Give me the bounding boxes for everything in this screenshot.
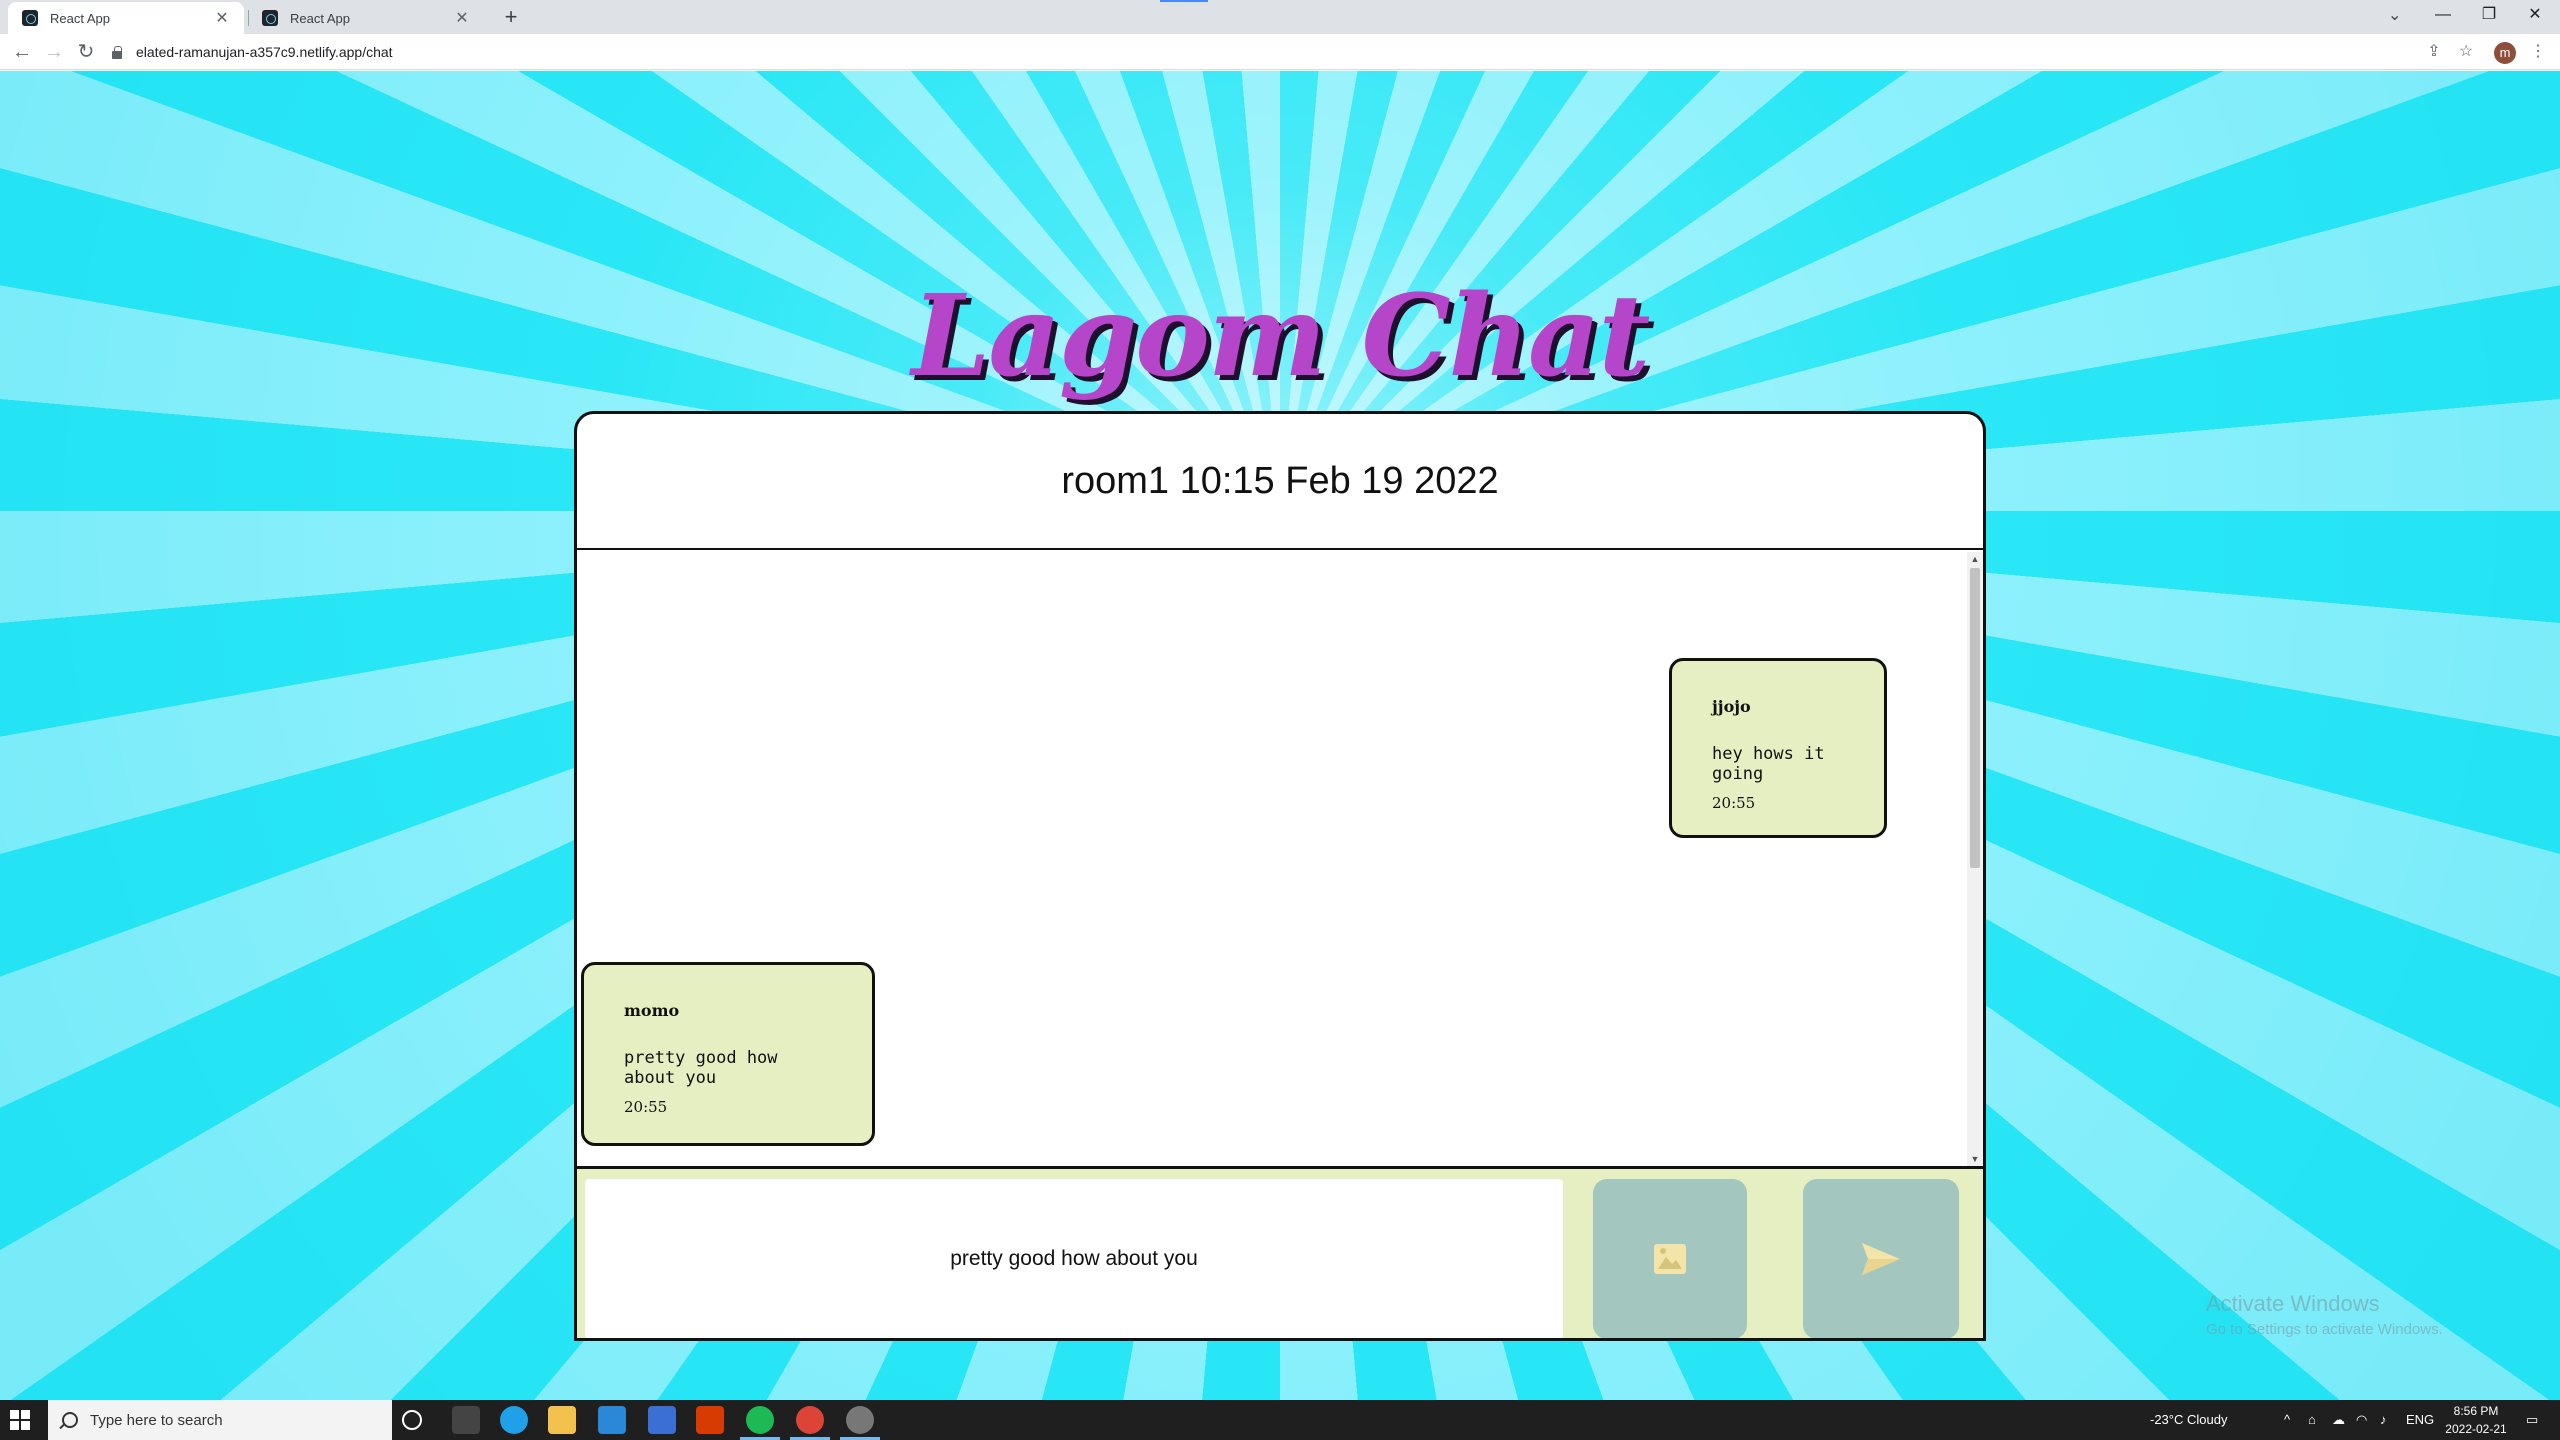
taskbar-clock[interactable]: 8:56 PM 2022-02-21: [2436, 1402, 2516, 1438]
message-text: pretty good how about you: [624, 1048, 778, 1088]
message-bubble: jjojo hey hows it going 20:55: [1669, 658, 1887, 838]
browser-tab-1[interactable]: React App ✕: [8, 2, 244, 34]
tab-search-chevron-icon[interactable]: ⌄: [2388, 5, 2401, 25]
scrollbar-thumb[interactable]: [1970, 568, 1980, 868]
profile-avatar[interactable]: m: [2494, 42, 2516, 64]
forward-arrow-icon[interactable]: →: [40, 38, 68, 66]
message-bubble: momo pretty good how about you 20:55: [581, 962, 875, 1146]
browser-tab-title: React App: [50, 10, 110, 26]
browser-tab-2[interactable]: React App ✕: [248, 2, 484, 34]
message-list-scrollbar[interactable]: ▲ ▼: [1967, 552, 1983, 1166]
watermark-line-1: Activate Windows: [2206, 1291, 2380, 1316]
language-indicator[interactable]: ENG: [2406, 1400, 2434, 1440]
wifi-icon[interactable]: ◠: [2356, 1400, 2367, 1440]
activate-windows-watermark: Activate Windows Go to Settings to activ…: [2206, 1291, 2443, 1338]
windows-taskbar: Type here to search -23°C Cloudy ^ ⌂ ☁ ◠…: [0, 1400, 2560, 1440]
address-bar[interactable]: elated-ramanujan-a357c9.netlify.app/chat: [110, 37, 2420, 67]
volume-icon[interactable]: ♪: [2380, 1400, 2387, 1440]
react-favicon-icon: [262, 10, 278, 26]
room-header: room1 10:15 Feb 19 2022: [577, 414, 1983, 550]
room-title: room1 10:15 Feb 19 2022: [1061, 459, 1499, 502]
chrome-icon[interactable]: [790, 1406, 830, 1440]
onedrive-cloud-icon[interactable]: ☁: [2332, 1400, 2345, 1440]
message-time: 20:55: [1712, 794, 1756, 812]
message-composer: [577, 1166, 1983, 1338]
message-list[interactable]: jjojo hey hows it going 20:55 momo prett…: [577, 552, 1983, 1166]
weather-widget[interactable]: -23°C Cloudy: [2150, 1400, 2227, 1440]
clock-time: 8:56 PM: [2453, 1404, 2499, 1418]
message-author: momo: [624, 1001, 680, 1020]
app-icon[interactable]: [840, 1406, 880, 1440]
address-bar-url: elated-ramanujan-a357c9.netlify.app/chat: [136, 44, 393, 60]
close-window-icon[interactable]: ✕: [2512, 2, 2558, 28]
search-icon: [62, 1412, 78, 1428]
restore-window-icon[interactable]: ❐: [2466, 2, 2512, 28]
browser-tabstrip: React App ✕ React App ✕ + ⌄ — ❐ ✕: [0, 0, 2560, 34]
message-input[interactable]: [585, 1179, 1563, 1338]
network-icon[interactable]: ⌂: [2308, 1400, 2316, 1440]
message-author: jjojo: [1712, 697, 1751, 716]
browser-toolbar: ← → ↻ elated-ramanujan-a357c9.netlify.ap…: [0, 34, 2560, 70]
taskbar-search-placeholder: Type here to search: [90, 1411, 223, 1429]
office-icon[interactable]: [696, 1406, 724, 1434]
clock-date: 2022-02-21: [2445, 1422, 2507, 1436]
send-icon: [1862, 1243, 1900, 1275]
send-message-button[interactable]: [1803, 1179, 1959, 1338]
windows-start-icon[interactable]: [10, 1410, 30, 1430]
task-view-icon[interactable]: [452, 1406, 480, 1434]
react-favicon-icon: [22, 10, 38, 26]
page-viewport: Lagom Chat room1 10:15 Feb 19 2022 jjojo…: [0, 71, 2560, 1400]
chat-window: room1 10:15 Feb 19 2022 jjojo hey hows i…: [574, 411, 1986, 1341]
close-tab-icon[interactable]: ✕: [214, 8, 230, 28]
share-icon[interactable]: ⇪: [2422, 40, 2446, 64]
file-explorer-icon[interactable]: [548, 1406, 576, 1434]
message-text: hey hows it going: [1712, 744, 1825, 784]
notification-center-icon[interactable]: ▭: [2526, 1400, 2538, 1440]
message-time: 20:55: [624, 1098, 668, 1116]
lock-icon: [110, 45, 124, 59]
back-arrow-icon[interactable]: ←: [8, 38, 36, 66]
tab-loading-indicator: [1160, 0, 1208, 2]
spotify-icon[interactable]: [740, 1406, 780, 1440]
new-tab-plus-icon[interactable]: +: [498, 4, 524, 30]
taskbar-search[interactable]: Type here to search: [48, 1400, 392, 1440]
mail-icon[interactable]: [648, 1406, 676, 1434]
image-icon: [1654, 1244, 1686, 1274]
browser-menu-icon[interactable]: ⋮: [2526, 40, 2550, 64]
scroll-down-arrow-icon[interactable]: ▼: [1967, 1154, 1983, 1164]
store-icon[interactable]: [598, 1406, 626, 1434]
reload-icon[interactable]: ↻: [72, 38, 100, 66]
app-logo: Lagom Chat: [911, 271, 1651, 402]
show-hidden-icons-chevron-icon[interactable]: ^: [2284, 1400, 2290, 1440]
watermark-line-2: Go to Settings to activate Windows.: [2206, 1321, 2443, 1338]
browser-tab-title: React App: [290, 10, 350, 26]
close-tab-icon[interactable]: ✕: [454, 8, 470, 28]
scroll-up-arrow-icon[interactable]: ▲: [1967, 554, 1983, 564]
upload-image-button[interactable]: [1593, 1179, 1747, 1338]
minimize-window-icon[interactable]: —: [2420, 2, 2466, 28]
edge-icon[interactable]: [500, 1406, 528, 1434]
bookmark-star-icon[interactable]: ☆: [2454, 40, 2478, 64]
cortana-icon[interactable]: [402, 1410, 422, 1430]
